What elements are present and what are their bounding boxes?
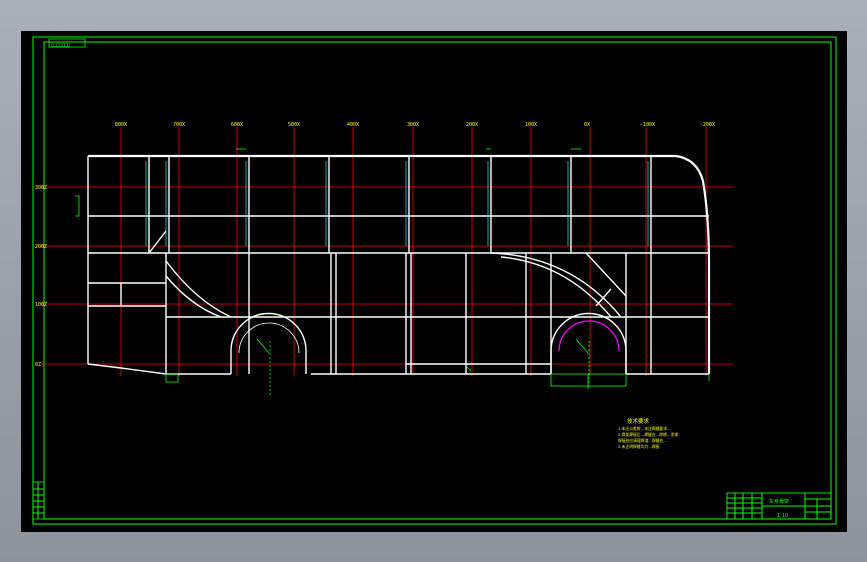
notes-line: 焊接处应清理焊渣...焊缝应... xyxy=(618,438,667,443)
notes-line: 1.未注公差按...未注焊缝要求... xyxy=(618,426,671,431)
front-stair-curve xyxy=(500,256,612,318)
rear-arch-inner xyxy=(238,322,300,354)
radius-leader xyxy=(256,338,270,354)
drawing-sheet: □□□□□□□ 车身骨架 1:10 xyxy=(32,36,837,525)
level-label: 0Z xyxy=(35,362,41,368)
dim-tick xyxy=(465,365,472,372)
bus-body-frame xyxy=(87,154,711,375)
drawing-scale: 1:10 xyxy=(777,513,788,519)
drawing-name: 车身骨架 xyxy=(769,498,789,505)
station-label: 300X xyxy=(407,122,419,128)
front-stair-curve xyxy=(490,252,622,318)
station-label: 0X xyxy=(584,122,590,128)
wheelbase-dimension xyxy=(550,373,627,387)
title-block: 车身骨架 1:10 xyxy=(726,492,832,520)
diagonal-brace xyxy=(585,252,627,297)
station-label: 800X xyxy=(115,122,127,128)
station-label: 700X xyxy=(173,122,185,128)
station-label: -100X xyxy=(640,122,655,128)
technical-notes: 技术要求 1.未注公差按...未注焊缝要求... 2.骨架焊接后...焊缝应..… xyxy=(618,417,678,449)
outer-border xyxy=(32,36,837,525)
station-label: 600X xyxy=(231,122,243,128)
notes-line: 2.骨架焊接后...焊缝应...除锈...涂漆 xyxy=(618,432,678,437)
dimension-box xyxy=(165,373,179,383)
radius-leader xyxy=(575,338,589,354)
level-label: 200Z xyxy=(35,244,47,250)
dimension-annotations xyxy=(75,148,710,396)
roof-outline xyxy=(88,154,711,374)
station-label: 500X xyxy=(288,122,300,128)
station-label: -200X xyxy=(700,122,715,128)
level-label: 100Z xyxy=(35,302,47,308)
station-label: 400X xyxy=(347,122,359,128)
inner-border xyxy=(43,41,832,520)
notes-line: 3.未注明焊缝均为...焊接 xyxy=(618,444,660,449)
reference-grid: 800X 700X 600X 500X 400X 300X 200X 100X 0X -100X -… xyxy=(35,122,733,376)
rear-stair-curve xyxy=(165,275,222,318)
station-label: 200X xyxy=(466,122,478,128)
rear-lower-edge xyxy=(87,363,231,375)
bus-frame-drawing: □□□□□□□ 车身骨架 1:10 800X 700X 600X 500X 40… xyxy=(32,36,837,525)
rear-wheel-arch xyxy=(230,312,307,374)
left-revision-table xyxy=(32,481,45,520)
stamp-text: □□□□□□□ xyxy=(51,43,70,48)
cad-viewport[interactable]: □□□□□□□ 车身骨架 1:10 800X 700X 600X 500X 40… xyxy=(21,31,847,532)
level-label: 300Z xyxy=(35,185,47,191)
rear-brace xyxy=(148,230,167,254)
rear-stair-curve xyxy=(165,260,232,318)
dimension-mark xyxy=(75,195,80,217)
station-label: 100X xyxy=(525,122,537,128)
front-wheel-arch xyxy=(550,312,627,374)
notes-title: 技术要求 xyxy=(627,417,650,425)
